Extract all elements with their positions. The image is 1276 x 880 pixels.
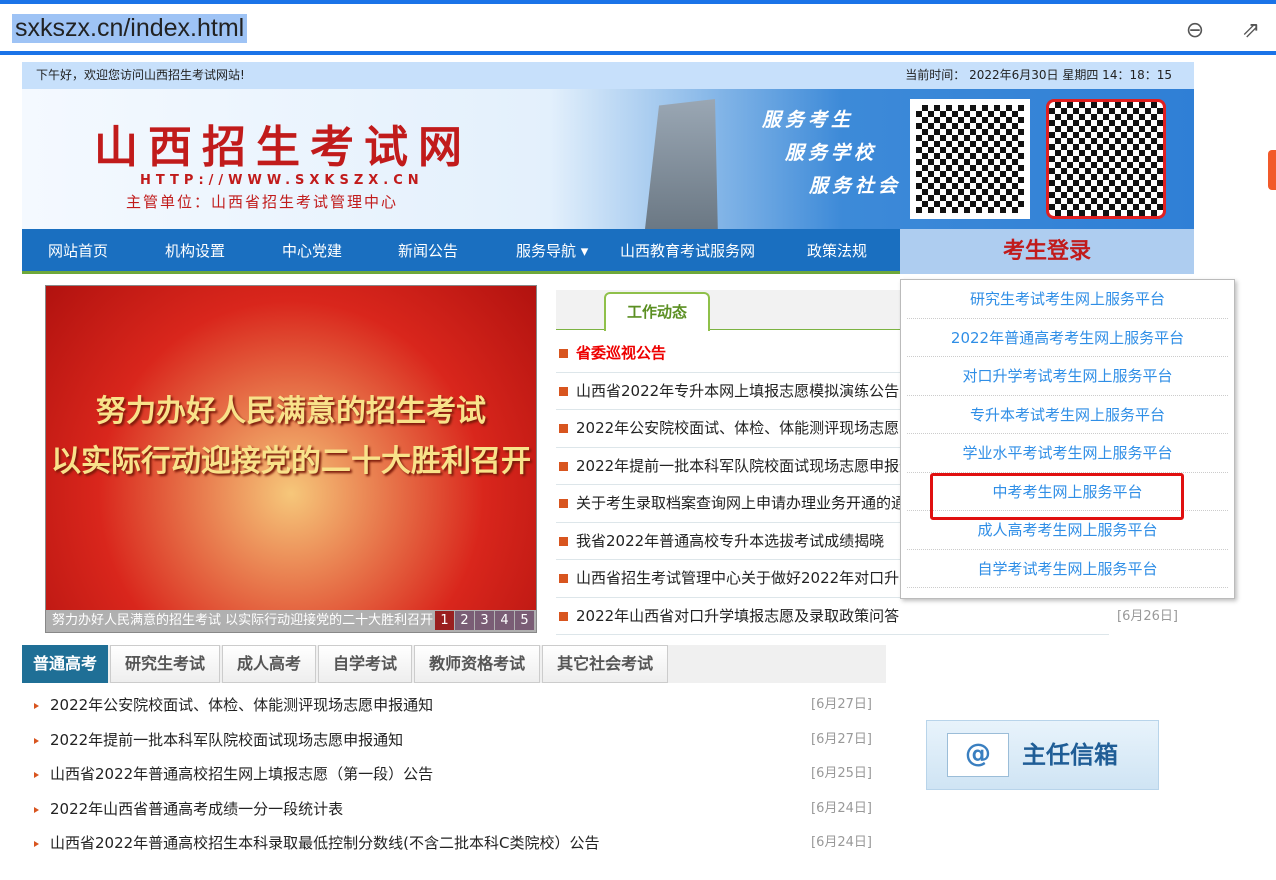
dropdown-item[interactable]: 研究生考试考生网上服务平台 <box>907 280 1228 319</box>
qr-code-wechat <box>1046 99 1166 219</box>
tab-work-news[interactable]: 工作动态 <box>604 292 710 331</box>
nav-organization[interactable]: 机构设置 <box>165 229 225 274</box>
exam-news-title[interactable]: 山西省2022年普通高校招生本科录取最低控制分数线(不含二批本科C类院校）公告 <box>50 834 600 852</box>
dropdown-item[interactable]: 对口升学考试考生网上服务平台 <box>907 357 1228 396</box>
site-subtitle: 主管单位：山西省招生考试管理中心 <box>126 193 399 211</box>
news-title[interactable]: 关于考生录取档案查询网上申请办理业务开通的通知 <box>576 494 921 512</box>
exam-news-date: [6月27日] <box>811 697 872 712</box>
exam-tab[interactable]: 研究生考试 <box>110 645 221 683</box>
nav-policy[interactable]: 政策法规 <box>807 229 867 274</box>
side-tab[interactable] <box>1268 150 1276 190</box>
news-title[interactable]: 2022年山西省对口升学填报志愿及录取政策问答 <box>576 607 899 625</box>
news-title[interactable]: 2022年提前一批本科军队院校面试现场志愿申报通知 <box>576 457 929 475</box>
slide-headline: 以实际行动迎接党的二十大胜利召开 <box>51 444 531 479</box>
greeting: 下午好，欢迎您访问山西招生考试网站! <box>36 68 245 82</box>
slide-page[interactable]: 3 <box>475 611 494 630</box>
exam-news-item[interactable]: 2022年提前一批本科军队院校面试现场志愿申报通知 [6月27日] <box>30 723 880 758</box>
dropdown-item[interactable]: 学业水平考试考生网上服务平台 <box>907 434 1228 473</box>
news-item[interactable]: 2022年山西省对口升学填报志愿及录取政策问答 [6月26日] <box>556 597 1178 635</box>
image-slider[interactable]: 努力办好人民满意的招生考试 以实际行动迎接党的二十大胜利召开 努力办好人民满意的… <box>45 285 537 633</box>
dropdown-item[interactable]: 2022年普通高考考生网上服务平台 <box>907 319 1228 357</box>
highlight-box <box>930 473 1184 520</box>
exam-news-item[interactable]: 2022年公安院校面试、体检、体能测评现场志愿申报通知 [6月27日] <box>30 688 880 723</box>
exam-tab[interactable]: 成人高考 <box>222 645 317 683</box>
exam-tab[interactable]: 普通高考 <box>22 645 109 683</box>
share-icon[interactable]: ⇗ <box>1238 18 1264 44</box>
exam-tab[interactable]: 其它社会考试 <box>542 645 669 683</box>
slide-page[interactable]: 2 <box>455 611 474 630</box>
exam-news-item[interactable]: 2022年山西省普通高考成绩一分一段统计表 [6月24日] <box>30 792 880 827</box>
candidate-login-button[interactable]: 考生登录 <box>900 229 1194 274</box>
slide-pager: 1 2 3 4 5 <box>435 611 534 630</box>
building-image <box>645 99 718 229</box>
exam-news-title[interactable]: 2022年公安院校面试、体检、体能测评现场志愿申报通知 <box>50 696 433 714</box>
exam-tabs: 普通高考 研究生考试 成人高考 自学考试 教师资格考试 其它社会考试 <box>22 645 886 683</box>
mailbox-label: 主任信箱 <box>1022 741 1118 769</box>
news-title[interactable]: 省委巡视公告 <box>576 344 666 362</box>
slogan: 服务考生 <box>762 109 855 131</box>
site-title[interactable]: 山西招生考试网 <box>94 111 472 175</box>
main-nav: 网站首页 机构设置 中心党建 新闻公告 服务导航 ▾ 山西教育考试服务网 政策法… <box>22 229 1194 274</box>
nav-home[interactable]: 网站首页 <box>48 229 108 274</box>
zoom-out-icon[interactable]: ⊖ <box>1182 18 1208 44</box>
exam-news-date: [6月24日] <box>811 835 872 850</box>
site-url: HTTP://WWW.SXKSZX.CN <box>140 173 424 188</box>
top-strip: 下午好，欢迎您访问山西招生考试网站! 当前时间： 2022年6月30日 星期四 … <box>22 62 1194 89</box>
exam-news-item[interactable]: 山西省2022年普通高校招生本科录取最低控制分数线(不含二批本科C类院校）公告 [… <box>30 826 880 861</box>
exam-news-date: [6月25日] <box>811 766 872 781</box>
news-date: [6月26日] <box>1109 597 1178 635</box>
slide-page[interactable]: 1 <box>435 611 454 630</box>
director-mailbox-button[interactable]: @ 主任信箱 <box>926 720 1159 790</box>
header-banner: 山西招生考试网 HTTP://WWW.SXKSZX.CN 主管单位：山西省招生考… <box>22 89 1194 229</box>
exam-news-date: [6月24日] <box>811 800 872 816</box>
current-time: 当前时间： 2022年6月30日 星期四 14：18：15 <box>905 68 1172 82</box>
dropdown-item[interactable]: 专升本考试考生网上服务平台 <box>907 396 1228 434</box>
exam-news-title[interactable]: 2022年提前一批本科军队院校面试现场志愿申报通知 <box>50 731 403 749</box>
slogan: 服务社会 <box>809 175 902 197</box>
exam-tab[interactable]: 自学考试 <box>318 645 413 683</box>
address-bar[interactable]: sxkszx.cn/index.html ⊖ ⇗ <box>0 0 1276 55</box>
dropdown-item[interactable]: 自学考试考生网上服务平台 <box>907 550 1228 588</box>
nav-service-guide[interactable]: 服务导航 ▾ <box>516 229 588 274</box>
slide-page[interactable]: 4 <box>495 611 514 630</box>
news-title[interactable]: 我省2022年普通高校专升本选拔考试成绩揭晓 <box>576 532 884 550</box>
exam-news-list: 2022年公安院校面试、体检、体能测评现场志愿申报通知 [6月27日] 2022年提… <box>30 688 880 861</box>
qr-code <box>910 99 1030 219</box>
slide-headline: 努力办好人民满意的招生考试 <box>96 394 486 429</box>
exam-news-title[interactable]: 山西省2022年普通高校招生网上填报志愿（第一段）公告 <box>50 765 433 783</box>
news-title[interactable]: 山西省2022年专升本网上填报志愿模拟演练公告 <box>576 382 899 400</box>
login-dropdown: 研究生考试考生网上服务平台 2022年普通高考考生网上服务平台 对口升学考试考生网上… <box>900 279 1235 599</box>
mail-icon: @ <box>947 733 1009 777</box>
exam-news-title[interactable]: 2022年山西省普通高考成绩一分一段统计表 <box>50 800 343 818</box>
slide-page[interactable]: 5 <box>515 611 534 630</box>
exam-news-item[interactable]: 山西省2022年普通高校招生网上填报志愿（第一段）公告 [6月25日] <box>30 757 880 792</box>
exam-tab[interactable]: 教师资格考试 <box>414 645 541 683</box>
nav-party[interactable]: 中心党建 <box>282 229 342 274</box>
nav-exam-service[interactable]: 山西教育考试服务网 <box>620 229 755 274</box>
url-text[interactable]: sxkszx.cn/index.html <box>12 14 248 43</box>
slogan: 服务学校 <box>785 142 878 164</box>
nav-news[interactable]: 新闻公告 <box>398 229 458 274</box>
exam-news-date: [6月27日] <box>811 731 872 747</box>
